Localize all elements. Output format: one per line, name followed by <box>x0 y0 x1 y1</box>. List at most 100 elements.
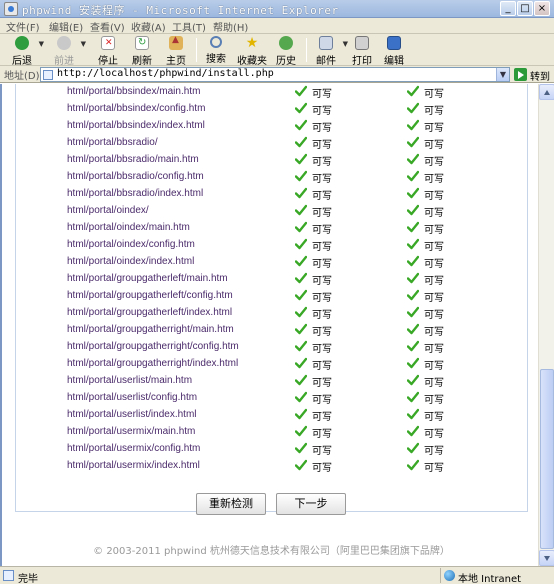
table-row: html/portal/bbsradio/main.htm 可写 可写 <box>16 152 529 169</box>
current-status: 可写 <box>424 208 444 219</box>
scroll-down-icon[interactable] <box>539 550 554 566</box>
required-status: 可写 <box>312 463 332 474</box>
current-status: 可写 <box>424 446 444 457</box>
check-icon <box>407 102 419 114</box>
forward-dropdown-icon[interactable]: ▼ <box>81 40 86 48</box>
back-button[interactable]: 后退 ▼ <box>6 36 44 67</box>
search-button[interactable]: 搜索 <box>200 36 232 65</box>
forward-button[interactable]: 前进 ▼ <box>48 36 86 67</box>
edit-icon <box>387 36 401 50</box>
current-status: 可写 <box>424 310 444 321</box>
required-status: 可写 <box>312 140 332 151</box>
current-status: 可写 <box>424 344 444 355</box>
copyright-footer: © 2003-2011 phpwind 杭州德天信息技术有限公司（阿里巴巴集团旗… <box>93 546 450 557</box>
required-status: 可写 <box>312 225 332 236</box>
check-icon <box>295 119 307 131</box>
history-button[interactable]: 历史 <box>270 36 302 67</box>
back-dropdown-icon[interactable]: ▼ <box>39 40 44 48</box>
required-status: 可写 <box>312 344 332 355</box>
current-status: 可写 <box>424 191 444 202</box>
button-row: 重新检测 下一步 <box>16 493 529 517</box>
scroll-up-icon[interactable] <box>539 84 554 100</box>
menu-tools[interactable]: 工具(T) <box>172 19 206 34</box>
check-icon <box>295 85 307 97</box>
required-status: 可写 <box>312 412 332 423</box>
address-dropdown-icon[interactable]: ▼ <box>496 68 509 81</box>
check-icon <box>295 391 307 403</box>
check-icon <box>407 357 419 369</box>
required-status: 可写 <box>312 276 332 287</box>
table-row: html/portal/bbsradio/config.htm 可写 可写 <box>16 169 529 186</box>
mail-button[interactable]: 邮件 ▼ <box>310 36 348 67</box>
menu-favorites[interactable]: 收藏(A) <box>131 19 166 34</box>
back-icon <box>15 36 29 50</box>
table-row: html/portal/oindex/config.htm 可写 可写 <box>16 237 529 254</box>
check-icon <box>407 374 419 386</box>
table-row: html/portal/oindex/index.html 可写 可写 <box>16 254 529 271</box>
check-icon <box>407 323 419 335</box>
current-status: 可写 <box>424 174 444 185</box>
scroll-thumb[interactable] <box>540 369 554 549</box>
page-done-icon <box>3 570 14 581</box>
vertical-scrollbar[interactable] <box>538 84 554 566</box>
table-row: html/portal/userlist/index.html 可写 可写 <box>16 407 529 424</box>
check-icon <box>295 357 307 369</box>
check-icon <box>295 408 307 420</box>
current-status: 可写 <box>424 225 444 236</box>
edit-button[interactable]: 编辑 <box>378 36 410 67</box>
address-url[interactable]: http://localhost/phpwind/install.php <box>57 68 274 79</box>
check-icon <box>295 153 307 165</box>
current-status: 可写 <box>424 259 444 270</box>
current-status: 可写 <box>424 293 444 304</box>
status-bar: 完毕 本地 Intranet <box>0 566 554 584</box>
check-icon <box>295 102 307 114</box>
stop-button[interactable]: ✕ 停止 <box>92 36 124 67</box>
check-icon <box>295 459 307 471</box>
check-icon <box>295 306 307 318</box>
check-icon <box>295 136 307 148</box>
current-status: 可写 <box>424 140 444 151</box>
home-icon: ▲ <box>169 36 183 50</box>
address-input[interactable]: http://localhost/phpwind/install.php ▼ <box>40 67 510 82</box>
required-status: 可写 <box>312 293 332 304</box>
home-button[interactable]: ▲ 主页 <box>160 36 192 68</box>
file-path: html/portal/userlist/config.htm <box>67 392 198 403</box>
required-status: 可写 <box>312 310 332 321</box>
required-status: 可写 <box>312 123 332 134</box>
title-bar: phpwind 安装程序 - Microsoft Internet Explor… <box>0 0 554 18</box>
check-icon <box>295 187 307 199</box>
go-button[interactable]: 转到 <box>514 67 554 83</box>
menu-view[interactable]: 查看(V) <box>90 19 125 34</box>
recheck-button[interactable]: 重新检测 <box>196 493 266 515</box>
history-icon <box>279 36 293 50</box>
check-icon <box>407 442 419 454</box>
current-status: 可写 <box>424 276 444 287</box>
table-row: html/portal/usermix/index.html 可写 可写 <box>16 458 529 475</box>
menu-edit[interactable]: 编辑(E) <box>49 19 83 34</box>
minimize-button[interactable]: _ <box>500 1 516 16</box>
check-icon <box>407 306 419 318</box>
check-icon <box>407 153 419 165</box>
table-row: html/portal/groupgatherright/index.html 可… <box>16 356 529 373</box>
close-button[interactable]: × <box>534 1 550 16</box>
file-path: html/portal/userlist/index.html <box>67 409 197 420</box>
check-icon <box>407 340 419 352</box>
check-icon <box>295 221 307 233</box>
favorites-button[interactable]: ★ 收藏夹 <box>236 36 268 67</box>
required-status: 可写 <box>312 395 332 406</box>
next-step-button[interactable]: 下一步 <box>276 493 346 515</box>
required-status: 可写 <box>312 242 332 253</box>
menu-help[interactable]: 帮助(H) <box>213 19 248 34</box>
refresh-button[interactable]: ↻ 刷新 <box>126 36 158 67</box>
required-status: 可写 <box>312 191 332 202</box>
table-row: html/portal/groupgatherleft/config.htm 可写… <box>16 288 529 305</box>
file-path: html/portal/groupgatherleft/index.html <box>67 307 233 318</box>
print-button[interactable]: 打印 <box>346 36 378 67</box>
menu-file[interactable]: 文件(F) <box>6 19 40 34</box>
required-status: 可写 <box>312 327 332 338</box>
toolbar-divider <box>306 38 307 62</box>
file-path: html/portal/groupgatherright/index.html <box>67 358 239 369</box>
maximize-button[interactable]: □ <box>517 1 533 16</box>
table-row: html/portal/userlist/main.htm 可写 可写 <box>16 373 529 390</box>
current-status: 可写 <box>424 412 444 423</box>
